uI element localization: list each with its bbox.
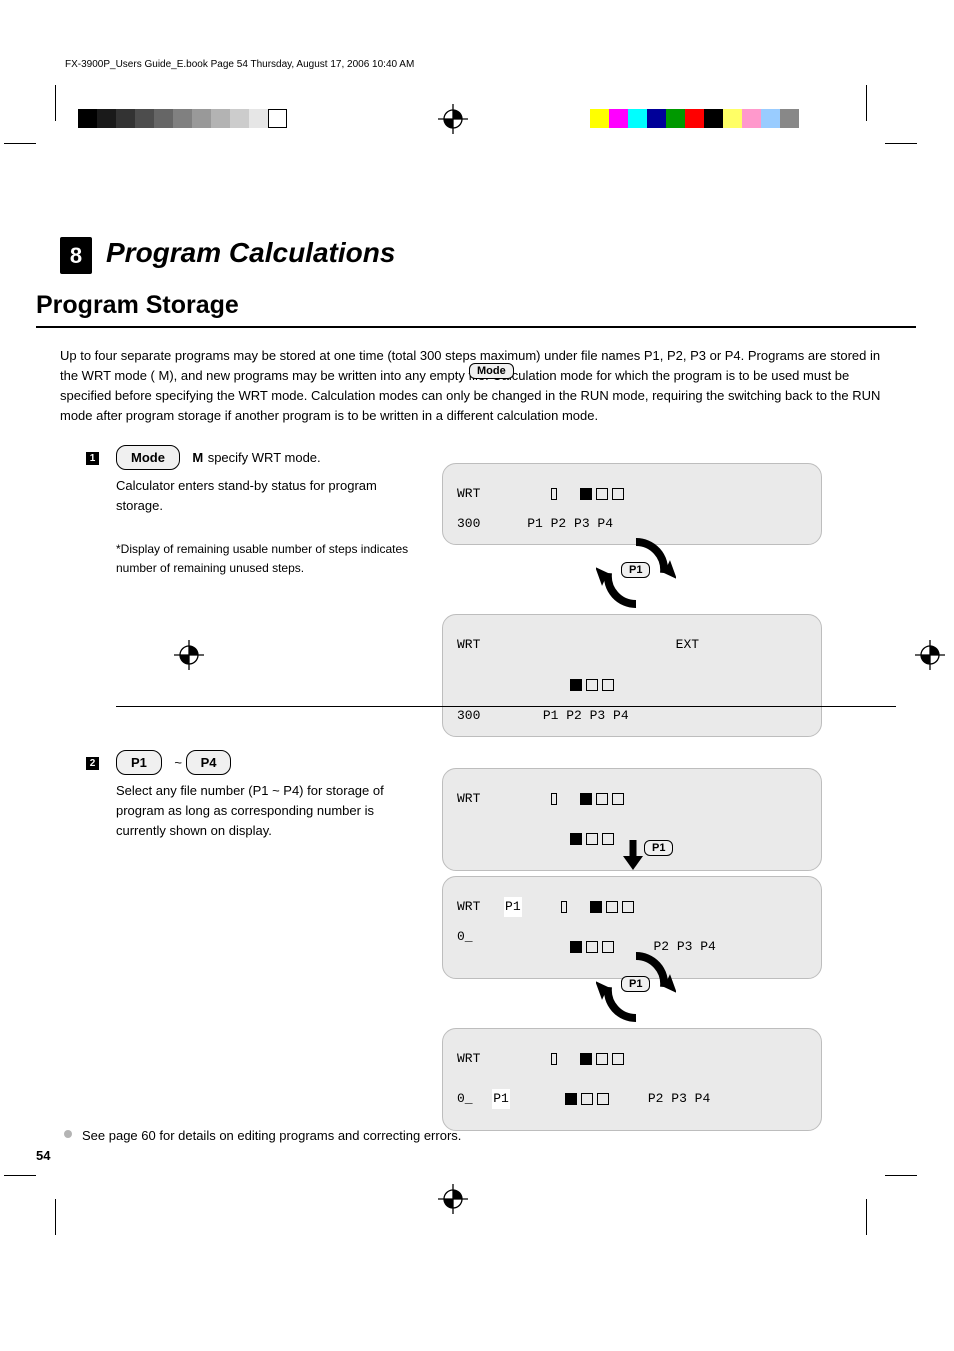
arrow-key-p1: P1 bbox=[644, 840, 673, 856]
step2-tilde: ~ bbox=[174, 755, 185, 770]
mode-key: Mode bbox=[469, 363, 514, 379]
footer-bullet-icon bbox=[64, 1130, 72, 1138]
chapter-number-badge: 8 bbox=[60, 237, 92, 274]
p1-key: P1 bbox=[116, 750, 162, 775]
step1-line1: Mode M specify WRT mode. bbox=[116, 445, 426, 470]
step2-line1: P1 ~ P4 bbox=[116, 750, 426, 775]
grayscale-swatches bbox=[78, 109, 287, 128]
chapter-title: Program Calculations bbox=[106, 237, 395, 269]
color-swatches bbox=[590, 109, 799, 128]
registration-mark-icon bbox=[438, 1184, 468, 1214]
step1-tail: specify WRT mode. bbox=[208, 450, 321, 465]
step1-note: *Display of remaining usable number of s… bbox=[116, 540, 426, 577]
step2-badge: 2 bbox=[86, 757, 99, 770]
cycle-arrow-2: P1 bbox=[596, 952, 676, 1027]
p4-key: P4 bbox=[186, 750, 232, 775]
display-box-2c: WRT 300 P1 P2 P3 P4 0_ P1 P2 P3 P4 bbox=[442, 1028, 822, 1131]
page-number: 54 bbox=[36, 1148, 50, 1163]
page-title: Program Storage bbox=[36, 291, 239, 320]
timestamp: FX-3900P_Users Guide_E.book Page 54 Thur… bbox=[65, 59, 414, 70]
intro-paragraph: Up to four separate programs may be stor… bbox=[60, 346, 900, 427]
cycle-key-p1-b: P1 bbox=[621, 976, 650, 992]
registration-mark-icon bbox=[438, 104, 468, 134]
footer-note: See page 60 for details on editing progr… bbox=[82, 1126, 602, 1146]
cycle-key-p1: P1 bbox=[621, 562, 650, 578]
step1-line2: Calculator enters stand-by status for pr… bbox=[116, 476, 426, 516]
step2-text: Select any file number (P1 ~ P4) for sto… bbox=[116, 781, 426, 841]
display-box-1b: WRT EXT 300 P1 P2 P3 P4 bbox=[442, 614, 822, 737]
mode-key: Mode bbox=[116, 445, 180, 470]
step1-key-suffix: M bbox=[192, 450, 203, 465]
step1-badge: 1 bbox=[86, 452, 99, 465]
cycle-arrow-1: P1 bbox=[596, 538, 676, 613]
registration-mark-icon bbox=[915, 640, 945, 670]
display-box-1a: WRT 300 P1 P2 P3 P4 bbox=[442, 463, 822, 545]
registration-mark-icon bbox=[174, 640, 204, 670]
down-arrow-2: P1 bbox=[596, 840, 676, 875]
